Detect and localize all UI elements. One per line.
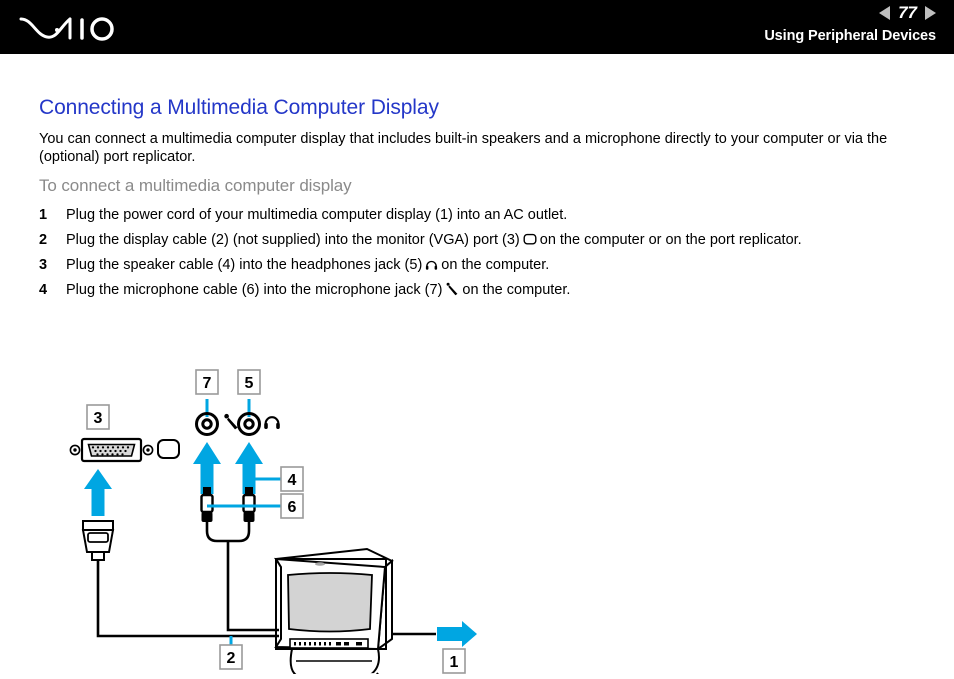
step-item: 1 Plug the power cord of your multimedia… [39, 206, 929, 224]
microphone-symbol-icon [224, 413, 238, 430]
power-cord-arrow [437, 621, 477, 647]
step-number: 3 [39, 257, 48, 273]
steps-list: 1 Plug the power cord of your multimedia… [39, 206, 929, 306]
callout-1: 1 [442, 648, 466, 674]
diagram-svg: 7 5 3 4 6 2 1 [69, 369, 477, 679]
headphones-icon [426, 260, 438, 270]
step-item: 2 Plug the display cable (2) (not suppli… [39, 231, 929, 249]
step-text: Plug the display cable (2) (not supplied… [66, 232, 520, 248]
page-header: 77 Using Peripheral Devices [0, 0, 954, 54]
callout-7: 7 [195, 369, 219, 417]
vga-connector [81, 520, 115, 619]
header-section-title: Using Peripheral Devices [764, 28, 936, 44]
callout-2: 2 [219, 636, 243, 670]
callout-1-label: 1 [450, 654, 459, 671]
vga-insert-arrow-icon [84, 469, 112, 516]
headphones-insert-arrow-icon [235, 442, 263, 494]
step-text: Plug the power cord of your multimedia c… [66, 207, 568, 223]
callout-5-label: 5 [245, 375, 254, 392]
next-page-arrow-icon[interactable] [925, 5, 936, 20]
connection-diagram: 7 5 3 4 6 2 1 [0, 309, 954, 679]
callout-3-label: 3 [94, 410, 103, 427]
step-text-after: on the computer. [441, 257, 550, 273]
microphone-icon [447, 282, 458, 296]
step-number: 2 [39, 232, 48, 248]
previous-page-arrow-icon[interactable] [879, 5, 891, 20]
vaio-logo [19, 17, 114, 41]
header-navigation: 77 [879, 4, 936, 21]
crt-monitor-illustration [274, 547, 394, 679]
callout-3: 3 [86, 404, 110, 430]
step-item: 4 Plug the microphone cable (6) into the… [39, 281, 929, 299]
callout-4-label: 4 [288, 472, 297, 489]
headphones-symbol-icon [264, 416, 280, 429]
vga-port-icon [69, 437, 154, 463]
callout-6-label: 6 [288, 499, 297, 516]
step-text-after: on the computer. [462, 282, 571, 298]
callout-4: 4 [255, 466, 304, 492]
page-number: 77 [898, 3, 917, 22]
microphone-insert-arrow-icon [193, 442, 221, 494]
monitor-symbol-icon [157, 439, 180, 459]
callout-2-label: 2 [227, 650, 236, 667]
step-number: 4 [39, 282, 48, 298]
vga-cable-route [96, 619, 279, 638]
intro-paragraph: You can connect a multimedia computer di… [39, 131, 888, 165]
monitor-port-icon [523, 233, 537, 245]
page-content: Connecting a Multimedia Computer Display… [0, 54, 954, 679]
step-text-after: on the computer or on the port replicato… [539, 232, 802, 248]
step-text: Plug the speaker cable (4) into the head… [66, 257, 423, 273]
page-title: Connecting a Multimedia Computer Display [39, 96, 439, 119]
step-number: 1 [39, 207, 48, 223]
audio-cable-route [226, 565, 279, 632]
audio-cable [205, 522, 251, 543]
step-text: Plug the microphone cable (6) into the m… [66, 282, 443, 298]
section-subtitle: To connect a multimedia computer display [39, 176, 352, 195]
step-item: 3 Plug the speaker cable (4) into the he… [39, 256, 929, 274]
callout-7-label: 7 [203, 375, 212, 392]
callout-5: 5 [237, 369, 261, 417]
